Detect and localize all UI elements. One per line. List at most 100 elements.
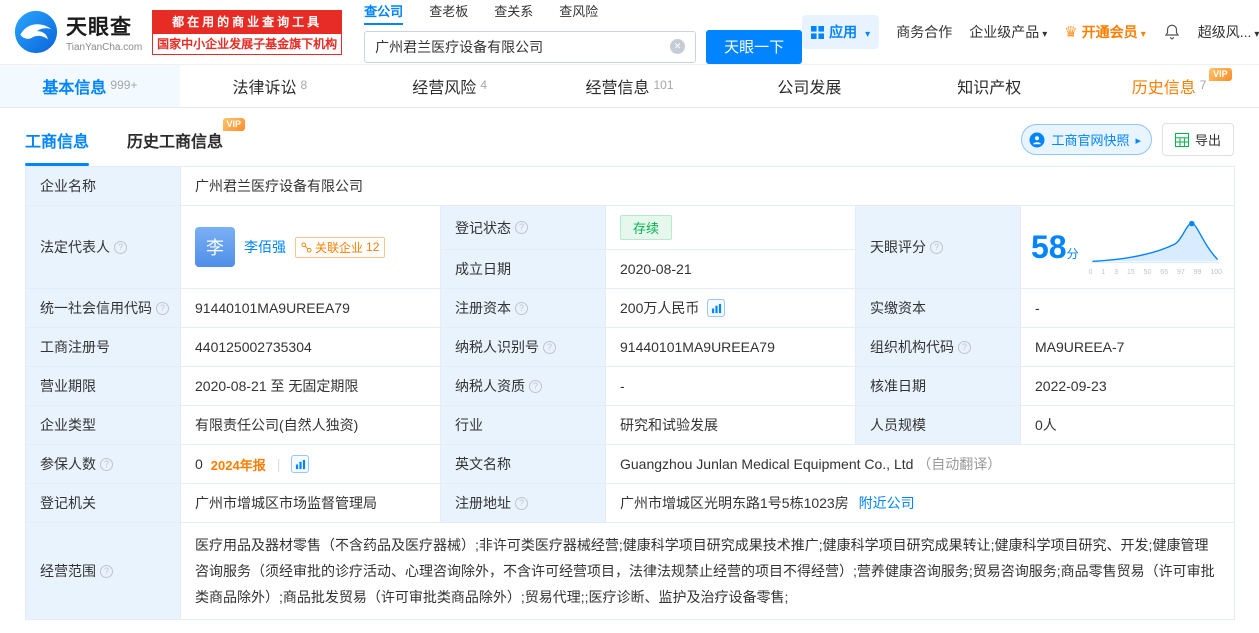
field-label: 营业期限 (25, 366, 181, 406)
search-tab-risk[interactable]: 查风险 (559, 1, 598, 25)
reg-address-cell: 广州市增城区光明东路1号5栋1023房 附近公司 (604, 483, 1236, 523)
vip-badge: VIP (222, 118, 246, 131)
label-text: 纳税人资质 (455, 378, 525, 394)
label-text: 成立日期 (455, 261, 511, 277)
info-icon[interactable] (543, 340, 556, 354)
capital-history-chart-icon[interactable] (707, 299, 726, 317)
auto-translate-note: （自动翻译） (917, 456, 1002, 472)
sub-tabs-row: 工商信息 历史工商信息 VIP 工商官网快照 导出 (0, 108, 1259, 166)
info-icon[interactable] (156, 301, 169, 315)
row-reg-number: 工商注册号 440125002735304 纳税人识别号 91440101MA9… (25, 327, 1236, 367)
nearby-companies-link[interactable]: 附近公司 (859, 495, 915, 511)
menu-open-vip[interactable]: 开通会员 (1064, 22, 1145, 42)
search-input[interactable] (375, 38, 671, 55)
search-box (364, 30, 697, 63)
header: 天眼查 TianYanCha.com 都在用的商业查询工具 国家中小企业发展子基… (0, 0, 1259, 64)
label-text: 企业名称 (40, 178, 96, 194)
vip-badge: VIP (1209, 68, 1232, 81)
status-badge: 存续 (620, 215, 673, 240)
menu-enterprise-product[interactable]: 企业级产品 (969, 22, 1047, 42)
info-icon[interactable] (100, 457, 113, 471)
taxpayer-id-value: 91440101MA9UREEA79 (605, 327, 856, 367)
menu-super-risk[interactable]: 超级风... (1198, 22, 1259, 42)
export-table-icon (1174, 132, 1189, 147)
related-count: 12 (366, 240, 380, 254)
label-text: 登记机关 (40, 495, 96, 511)
notification-bell-icon[interactable] (1163, 23, 1181, 41)
clear-icon[interactable] (670, 39, 686, 54)
info-icon[interactable] (515, 496, 528, 510)
score-distribution-chart: 01 3 15 50 65 97 99 100 (1087, 219, 1224, 276)
apps-menu[interactable]: 应用 (802, 15, 880, 49)
insured-count-value: 0 (195, 456, 203, 472)
tab-business-risk[interactable]: 经营风险 4 (360, 65, 540, 107)
chevron-down-icon (1039, 24, 1047, 40)
field-label: 统一社会信用代码 (25, 288, 181, 328)
label-text: 实缴资本 (870, 300, 926, 316)
field-label: 天眼评分 (855, 205, 1021, 289)
sub-tab-history-business-registration[interactable]: 历史工商信息 VIP (127, 118, 246, 166)
chevron-down-icon (1251, 24, 1259, 40)
info-icon[interactable] (958, 340, 971, 354)
info-icon[interactable] (515, 221, 528, 234)
english-name-value: Guangzhou Junlan Medical Equipment Co., … (620, 456, 914, 472)
tab-legal-proceedings[interactable]: 法律诉讼 8 (180, 65, 360, 107)
info-icon[interactable] (515, 301, 528, 315)
tab-label: 经营信息 (585, 80, 650, 97)
insured-history-chart-icon[interactable] (291, 455, 310, 473)
reg-capital-value: 200万人民币 (620, 300, 700, 316)
reg-capital-cell: 200万人民币 (605, 288, 856, 328)
company-type-value: 有限责任公司(自然人独资) (180, 405, 441, 445)
export-label: 导出 (1194, 133, 1221, 148)
annual-report-link[interactable]: 2024年报 (211, 455, 266, 474)
tab-count: 7 (1199, 78, 1207, 92)
label-text: 参保人数 (40, 456, 96, 472)
legal-rep-avatar[interactable]: 李 (195, 227, 235, 267)
tab-company-development[interactable]: 公司发展 (719, 65, 899, 107)
slogan-line2: 国家中小企业发展子基金旗下机构 (152, 32, 343, 55)
tianyancha-logo[interactable]: 天眼查 TianYanCha.com (14, 10, 142, 54)
industry-value: 研究和试验发展 (605, 405, 856, 445)
search-area: 查公司 查老板 查关系 查风险 天眼一下 (364, 1, 803, 64)
search-button[interactable]: 天眼一下 (706, 29, 803, 64)
crown-icon (1064, 23, 1077, 41)
tab-label: 经营风险 (412, 80, 477, 97)
label-text: 登记状态 (455, 219, 511, 236)
field-label: 成立日期 (440, 249, 606, 289)
apps-label: 应用 (829, 24, 858, 40)
search-row: 天眼一下 (364, 29, 803, 64)
menu-business-cooperation[interactable]: 商务合作 (896, 22, 952, 42)
business-term-value: 2020-08-21 至 无固定期限 (180, 366, 441, 406)
tab-label: 法律诉讼 (232, 80, 297, 97)
business-scope-value: 医疗用品及器材零售（不含药品及医疗器械）;非许可类医疗器械经营;健康科学项目研究… (179, 522, 1236, 620)
info-icon[interactable] (529, 379, 542, 393)
tab-business-info[interactable]: 经营信息 101 (540, 65, 720, 107)
tianyan-score-value: 58 (1031, 229, 1067, 265)
info-icon[interactable] (114, 240, 127, 254)
tab-intellectual-property[interactable]: 知识产权 (899, 65, 1079, 107)
info-icon[interactable] (100, 564, 113, 578)
label-text: 天眼评分 (870, 239, 926, 255)
search-tab-relation[interactable]: 查关系 (494, 1, 533, 25)
establish-date-value: 2020-08-21 (605, 249, 856, 289)
search-tab-boss[interactable]: 查老板 (429, 1, 468, 25)
slogan-badge: 都在用的商业查询工具 国家中小企业发展子基金旗下机构 (152, 9, 343, 55)
tab-count: 4 (480, 78, 487, 92)
label-text: 企业类型 (40, 417, 96, 433)
legal-rep-cell: 李 李佰强 关联企业 12 (180, 205, 441, 289)
score-axis-labels: 01 3 15 50 65 97 99 100 (1088, 268, 1222, 276)
official-snapshot-button[interactable]: 工商官网快照 (1021, 124, 1152, 155)
tab-history-info[interactable]: 历史信息 7 VIP (1079, 65, 1259, 107)
field-label: 登记状态 (440, 205, 606, 250)
arrow-right-icon (1135, 132, 1141, 147)
legal-rep-link[interactable]: 李佰强 (244, 237, 286, 257)
field-label: 人员规模 (855, 405, 1021, 445)
related-companies-badge[interactable]: 关联企业 12 (295, 236, 386, 258)
label-text: 行业 (455, 417, 483, 433)
sub-tab-business-registration[interactable]: 工商信息 (25, 128, 90, 166)
tab-basic-info[interactable]: 基本信息 999+ (0, 65, 180, 107)
search-tab-company[interactable]: 查公司 (364, 1, 404, 25)
info-icon[interactable] (930, 240, 943, 254)
reg-number-value: 440125002735304 (180, 327, 441, 367)
export-button[interactable]: 导出 (1161, 123, 1234, 156)
